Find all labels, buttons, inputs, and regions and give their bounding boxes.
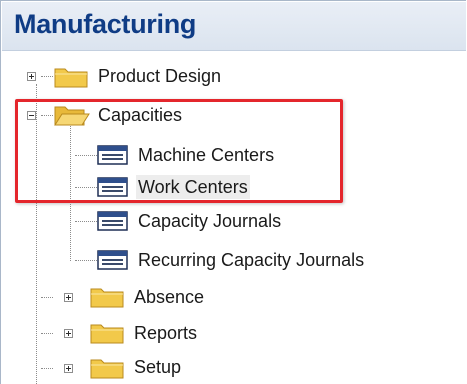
- tree-item-setup[interactable]: Setup: [134, 355, 181, 379]
- expand-icon[interactable]: [64, 364, 73, 373]
- expand-icon[interactable]: [64, 329, 73, 338]
- expand-icon[interactable]: [64, 293, 73, 302]
- highlight-box: [15, 99, 343, 203]
- menu-tree: Product Design Capacities Machine Center…: [0, 0, 467, 384]
- tree-item-product-design[interactable]: Product Design: [98, 64, 221, 88]
- tree-connector: [75, 260, 97, 261]
- tree-item-reports[interactable]: Reports: [134, 321, 197, 345]
- expand-icon[interactable]: [27, 72, 36, 81]
- tree-connector: [75, 221, 97, 222]
- folder-icon: [54, 68, 88, 88]
- folder-icon: [90, 288, 124, 308]
- tree-connector: [41, 76, 53, 77]
- tree-connector: [41, 333, 53, 334]
- tree-connector: [41, 368, 53, 369]
- folder-icon: [90, 324, 124, 344]
- tree-item-absence[interactable]: Absence: [134, 285, 204, 309]
- form-icon: [97, 211, 128, 231]
- form-icon: [97, 250, 128, 270]
- tree-item-recurring-capacity-journals[interactable]: Recurring Capacity Journals: [138, 248, 364, 272]
- folder-icon: [90, 359, 124, 379]
- tree-item-capacity-journals[interactable]: Capacity Journals: [138, 209, 281, 233]
- tree-connector: [41, 297, 53, 298]
